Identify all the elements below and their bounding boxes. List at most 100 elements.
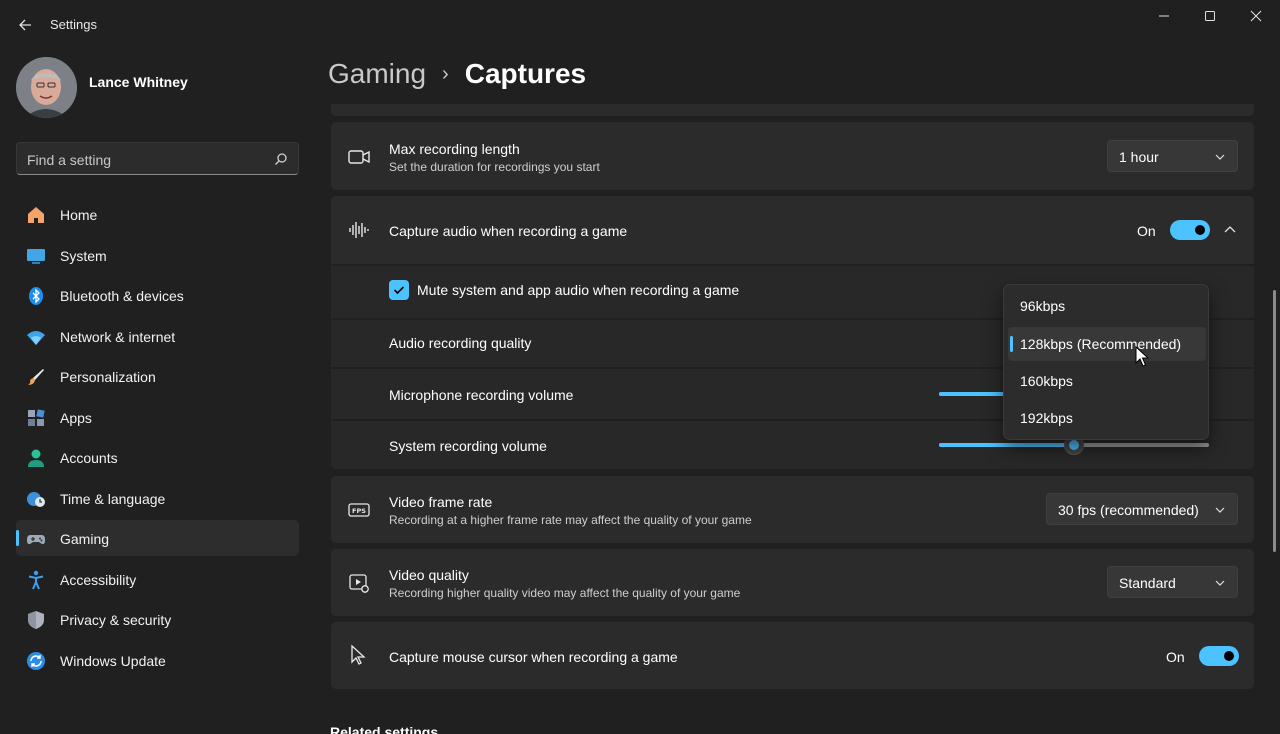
- audio-quality-option[interactable]: 160kbps: [1008, 364, 1206, 398]
- app-title: Settings: [50, 17, 97, 32]
- sidebar-item-label: Home: [60, 207, 98, 223]
- audio-quality-option-selected[interactable]: 128kbps (Recommended): [1008, 327, 1206, 361]
- setting-title: Video frame rate: [389, 494, 493, 510]
- audio-quality-option[interactable]: 192kbps: [1008, 401, 1206, 435]
- maximize-button[interactable]: [1187, 0, 1233, 32]
- setting-title: Audio recording quality: [389, 335, 532, 351]
- close-icon: [1250, 10, 1262, 22]
- mouse-cursor-icon: [1135, 346, 1149, 367]
- sidebar-item-label: Network & internet: [60, 328, 176, 345]
- toggle-state-label: On: [1166, 649, 1185, 665]
- setting-capture-audio: Capture audio when recording a game On: [331, 196, 1254, 264]
- brush-icon: [28, 369, 44, 385]
- capture-audio-toggle[interactable]: [1170, 220, 1210, 240]
- sidebar-item-label: Privacy & security: [60, 612, 172, 628]
- avatar: [16, 57, 77, 118]
- bluetooth-icon: [29, 287, 43, 305]
- sidebar-item-label: Accessibility: [60, 571, 137, 588]
- back-arrow-icon: [19, 19, 31, 31]
- svg-text:FPS: FPS: [352, 507, 366, 515]
- video-camera-icon: [348, 150, 370, 164]
- accounts-icon: [28, 449, 44, 467]
- option-label: 96kbps: [1020, 298, 1066, 314]
- title-bar: Settings: [0, 0, 1280, 48]
- sidebar-item-label: System: [60, 247, 107, 264]
- sidebar-item-privacy[interactable]: Privacy & security: [16, 601, 299, 637]
- related-settings-heading: Related settings: [330, 724, 439, 734]
- search-placeholder: Find a setting: [27, 152, 112, 168]
- sidebar-item-gaming[interactable]: Gaming: [16, 520, 299, 556]
- sidebar-item-apps[interactable]: Apps: [16, 399, 299, 435]
- scrollbar-thumb[interactable]: [1273, 290, 1276, 552]
- setting-title: Video quality: [389, 567, 469, 583]
- sidebar-item-label: Windows Update: [60, 652, 166, 669]
- sidebar-item-label: Time & language: [60, 490, 166, 507]
- max-length-dropdown[interactable]: 1 hour: [1107, 140, 1238, 172]
- sidebar-item-label: Apps: [60, 409, 92, 426]
- option-label: 160kbps: [1020, 373, 1073, 389]
- chevron-down-icon: [1215, 507, 1225, 513]
- search-input[interactable]: Find a setting: [16, 142, 299, 175]
- user-profile[interactable]: Lance Whitney: [16, 57, 306, 119]
- capture-cursor-toggle[interactable]: [1199, 646, 1239, 666]
- frame-rate-dropdown[interactable]: 30 fps (recommended): [1046, 493, 1238, 525]
- minimize-icon: [1159, 15, 1169, 17]
- sidebar-nav: Home System Bluetooth & devices Network …: [16, 196, 299, 682]
- video-quality-dropdown[interactable]: Standard: [1107, 566, 1238, 598]
- breadcrumb-separator: ›: [442, 62, 449, 85]
- chevron-down-icon: [1215, 154, 1225, 160]
- setting-video-quality: Video quality Recording higher quality v…: [331, 549, 1254, 616]
- search-icon: [275, 153, 287, 165]
- mouse-pointer-icon: [351, 644, 366, 665]
- back-button[interactable]: [12, 12, 38, 38]
- setting-description: Recording at a higher frame rate may aff…: [389, 513, 752, 527]
- minimize-button[interactable]: [1141, 0, 1187, 32]
- setting-max-recording-length: Max recording length Set the duration fo…: [331, 122, 1254, 190]
- sidebar-item-label: Personalization: [60, 369, 156, 385]
- sidebar-item-label: Gaming: [60, 531, 110, 547]
- checkbox-label: Mute system and app audio when recording…: [417, 282, 740, 298]
- sidebar-item-personalization[interactable]: Personalization: [16, 358, 299, 394]
- setting-title: Microphone recording volume: [389, 387, 574, 403]
- sidebar-item-accounts[interactable]: Accounts: [16, 439, 299, 475]
- system-volume-slider-fill: [939, 443, 1074, 447]
- globe-clock-icon: [27, 491, 45, 507]
- sidebar-item-windows-update[interactable]: Windows Update: [16, 642, 299, 678]
- setting-title: Capture mouse cursor when recording a ga…: [389, 649, 678, 665]
- sidebar-item-label: Accounts: [60, 450, 118, 466]
- dropdown-value: Standard: [1119, 575, 1176, 591]
- sidebar-item-network[interactable]: Network & internet: [16, 318, 299, 354]
- chevron-down-icon: [1215, 580, 1225, 586]
- wifi-icon: [27, 330, 45, 345]
- accessibility-icon: [28, 570, 44, 589]
- user-name: Lance Whitney: [89, 74, 188, 90]
- mute-system-checkbox[interactable]: [389, 280, 409, 300]
- dropdown-value: 30 fps (recommended): [1058, 502, 1199, 518]
- sidebar-item-accessibility[interactable]: Accessibility: [16, 561, 299, 597]
- sidebar-item-system[interactable]: System: [16, 237, 299, 273]
- dropdown-value: 1 hour: [1119, 149, 1159, 165]
- audio-quality-option[interactable]: 96kbps: [1008, 289, 1206, 323]
- breadcrumb: Gaming › Captures: [328, 58, 586, 90]
- setting-title: Max recording length: [389, 141, 520, 157]
- close-button[interactable]: [1233, 0, 1279, 32]
- setting-video-frame-rate: FPS Video frame rate Recording at a high…: [331, 476, 1254, 543]
- system-icon: [27, 248, 45, 264]
- home-icon: [28, 207, 44, 223]
- setting-title: Capture audio when recording a game: [389, 223, 628, 239]
- avatar-image: [16, 57, 77, 118]
- breadcrumb-parent-link[interactable]: Gaming: [328, 58, 426, 90]
- fps-icon: FPS: [348, 503, 370, 517]
- maximize-icon: [1205, 11, 1215, 21]
- sidebar-item-bluetooth[interactable]: Bluetooth & devices: [16, 277, 299, 313]
- setting-description: Recording higher quality video may affec…: [389, 586, 741, 600]
- audio-quality-flyout: 96kbps 128kbps (Recommended) 160kbps 192…: [1003, 284, 1209, 440]
- mic-volume-slider-fill: [939, 392, 1005, 396]
- toggle-state-label: On: [1137, 223, 1156, 239]
- setting-title: System recording volume: [389, 438, 547, 454]
- sidebar-item-home[interactable]: Home: [16, 196, 299, 232]
- chevron-up-icon[interactable]: [1224, 224, 1236, 236]
- sidebar-item-time-language[interactable]: Time & language: [16, 480, 299, 516]
- apps-icon: [28, 408, 45, 426]
- video-settings-icon: [349, 574, 369, 593]
